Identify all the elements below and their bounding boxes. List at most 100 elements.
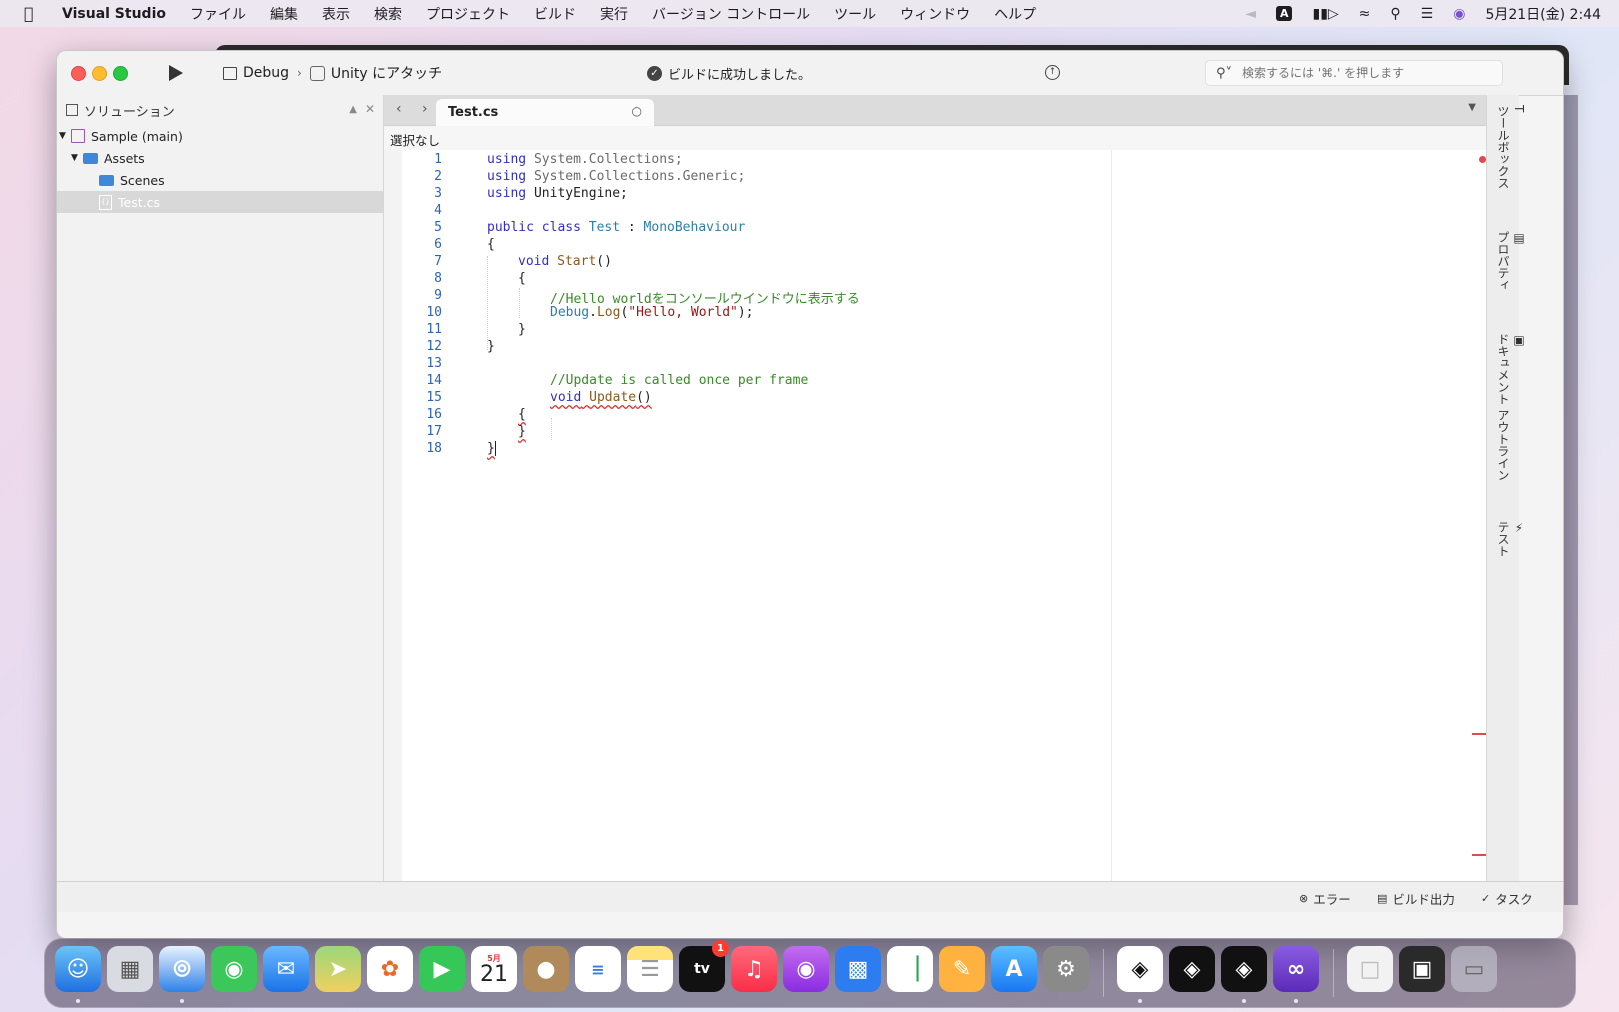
- expand-triangle-icon[interactable]: ▼: [59, 131, 71, 141]
- messages-icon[interactable]: ◉: [211, 946, 257, 992]
- breadcrumb[interactable]: 選択なし: [384, 126, 1486, 151]
- code-line-14[interactable]: //Update is called once per frame: [550, 373, 808, 390]
- tab-dropdown-icon[interactable]: ▼: [1468, 102, 1476, 113]
- code-line-9[interactable]: //Hello worldをコンソールウインドウに表示する: [550, 288, 860, 307]
- errors-button[interactable]: ⊗ エラー: [1299, 889, 1351, 908]
- trash-icon[interactable]: ▭: [1451, 946, 1497, 992]
- error-scroll-marker[interactable]: [1472, 733, 1486, 735]
- editor-gutter[interactable]: [384, 150, 402, 881]
- tasks-button[interactable]: ✓ タスク: [1481, 889, 1533, 908]
- code-line-12[interactable]: }: [487, 339, 495, 356]
- nav-back-icon[interactable]: ‹: [396, 101, 402, 117]
- code-line-11[interactable]: }: [518, 322, 526, 339]
- run-button[interactable]: [169, 65, 183, 81]
- pin-icon[interactable]: ▲: [349, 104, 357, 115]
- close-window-button[interactable]: [71, 66, 86, 81]
- podcasts-icon[interactable]: ◉: [783, 946, 829, 992]
- code-line-17[interactable]: }: [518, 424, 526, 441]
- visual-studio-icon[interactable]: ∞: [1273, 946, 1319, 992]
- mail-icon[interactable]: ✉: [263, 946, 309, 992]
- app-menu[interactable]: Visual Studio: [62, 6, 166, 22]
- facetime-icon[interactable]: ▶: [419, 946, 465, 992]
- menu-search[interactable]: 検索: [374, 4, 402, 24]
- code-line-10[interactable]: Debug.Log("Hello, World");: [550, 305, 754, 322]
- menu-tools[interactable]: ツール: [834, 4, 876, 24]
- document-outline-pad-tab[interactable]: ▣ ドキュメント アウトライン: [1495, 333, 1526, 481]
- error-indicator-dot[interactable]: [1479, 156, 1486, 163]
- tree-item-assets[interactable]: ▼ Assets: [57, 147, 383, 169]
- code-line-3[interactable]: using UnityEngine;: [487, 186, 628, 203]
- unity-icon[interactable]: ◈: [1169, 946, 1215, 992]
- update-arrow-icon[interactable]: ↑: [1045, 65, 1060, 80]
- code-line-8[interactable]: {: [518, 271, 526, 288]
- tree-item-test-cs[interactable]: {} Test.cs: [57, 191, 383, 213]
- menu-edit[interactable]: 編集: [270, 4, 298, 24]
- document-icon[interactable]: □: [1347, 946, 1393, 992]
- toolbox-pad-tab[interactable]: T ツールボックス: [1495, 105, 1526, 189]
- build-output-button[interactable]: ▤ ビルド出力: [1377, 889, 1455, 908]
- code-line-18[interactable]: }: [487, 441, 496, 458]
- control-center-icon[interactable]: ☰: [1421, 6, 1434, 22]
- tv-icon[interactable]: tv 1: [679, 940, 729, 992]
- code-line-1[interactable]: using System.Collections;: [487, 152, 683, 169]
- tab-close-icon[interactable]: ○: [632, 104, 642, 118]
- system-preferences-icon[interactable]: ⚙: [1043, 946, 1089, 992]
- close-icon[interactable]: ✕: [365, 102, 375, 116]
- run-configuration-selector[interactable]: Debug › Unity にアタッチ: [223, 63, 442, 83]
- notes-icon[interactable]: ☰: [627, 946, 673, 992]
- launchpad-icon[interactable]: ▦: [107, 946, 153, 992]
- maps-icon[interactable]: ➤: [315, 946, 361, 992]
- search-input[interactable]: [1240, 65, 1485, 81]
- apple-menu-icon[interactable]: : [24, 4, 44, 23]
- menu-window[interactable]: ウィンドウ: [900, 4, 970, 24]
- code-line-7[interactable]: void Start(): [518, 254, 612, 271]
- expand-triangle-icon[interactable]: ▼: [71, 153, 83, 163]
- menu-version-control[interactable]: バージョン コントロール: [652, 4, 810, 24]
- keynote-icon[interactable]: ▩: [835, 946, 881, 992]
- music-icon[interactable]: ♫: [731, 946, 777, 992]
- menu-view[interactable]: 表示: [322, 4, 350, 24]
- spotlight-icon[interactable]: ⚲: [1390, 6, 1400, 22]
- tab-test-cs[interactable]: Test.cs ○: [436, 99, 654, 126]
- code-line-5[interactable]: public class Test : MonoBehaviour: [487, 220, 745, 237]
- app-store-icon[interactable]: A: [991, 946, 1037, 992]
- photos-icon[interactable]: ✿: [367, 946, 413, 992]
- siri-icon[interactable]: ◉: [1453, 6, 1465, 22]
- menu-build[interactable]: ビルド: [534, 4, 576, 24]
- wifi-icon[interactable]: ≈: [1359, 6, 1371, 22]
- input-mode-indicator[interactable]: A: [1275, 6, 1293, 21]
- menu-file[interactable]: ファイル: [190, 4, 246, 24]
- code-line-2[interactable]: using System.Collections.Generic;: [487, 169, 745, 186]
- vs-status-icon[interactable]: ◄: [1245, 6, 1256, 22]
- battery-icon[interactable]: ▮▮▷: [1312, 6, 1338, 22]
- numbers-icon[interactable]: ▕: [887, 946, 933, 992]
- menu-help[interactable]: ヘルプ: [994, 4, 1036, 24]
- unity-icon[interactable]: ◈: [1221, 946, 1267, 992]
- finder-icon[interactable]: ☺: [55, 946, 101, 992]
- tree-item-solution[interactable]: ▼ Sample (main): [57, 125, 383, 147]
- clock[interactable]: 5月21日(金) 2:44: [1485, 4, 1601, 24]
- minimize-window-button[interactable]: [92, 66, 107, 81]
- menu-project[interactable]: プロジェクト: [426, 4, 510, 24]
- test-pad-tab[interactable]: ⚡ テスト: [1495, 521, 1526, 557]
- reminders-icon[interactable]: ≡: [575, 946, 621, 992]
- code-line-16[interactable]: {: [518, 407, 526, 424]
- properties-pad-tab[interactable]: ▤ プロパティ: [1495, 231, 1526, 291]
- code-token: Start: [557, 254, 597, 269]
- zoom-window-button[interactable]: [113, 66, 128, 81]
- check-circle-icon: ✓: [647, 66, 662, 81]
- code-line-6[interactable]: {: [487, 237, 495, 254]
- code-line-15[interactable]: void Update(): [550, 390, 652, 407]
- screenshot-icon[interactable]: ▣: [1399, 946, 1445, 992]
- nav-forward-icon[interactable]: ›: [422, 101, 428, 117]
- calendar-icon[interactable]: 5月 21: [471, 946, 517, 992]
- unity-icon[interactable]: ◈: [1117, 946, 1163, 992]
- code-editor[interactable]: 1 2 3 4 5 6 7 8 9 10 11 12 13 14 15 16 1…: [384, 150, 1486, 881]
- search-box[interactable]: ⚲˅: [1205, 60, 1503, 86]
- menu-run[interactable]: 実行: [600, 4, 628, 24]
- contacts-icon[interactable]: ●: [523, 946, 569, 992]
- error-scroll-marker[interactable]: [1472, 854, 1486, 856]
- pages-icon[interactable]: ✎: [939, 946, 985, 992]
- safari-icon[interactable]: ⦾: [159, 946, 205, 992]
- tree-item-scenes[interactable]: Scenes: [57, 169, 383, 191]
